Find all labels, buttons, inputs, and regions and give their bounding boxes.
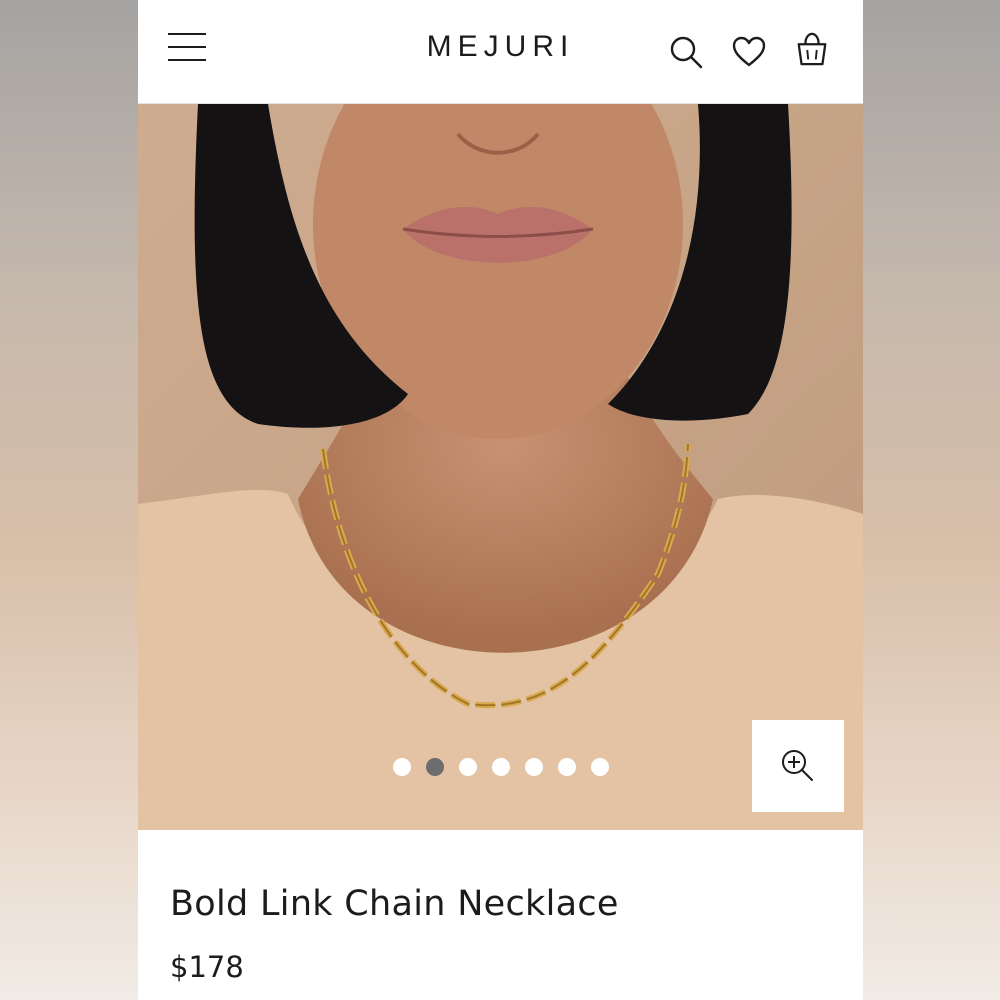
gallery-dot[interactable]: [558, 758, 576, 776]
product-image-gallery[interactable]: [138, 104, 863, 830]
gallery-dot[interactable]: [393, 758, 411, 776]
gallery-dot[interactable]: [591, 758, 609, 776]
gallery-dot[interactable]: [525, 758, 543, 776]
gallery-dot[interactable]: [492, 758, 510, 776]
phone-screen: MEJURI Bold Link Chain Necklace $178: [138, 0, 863, 1000]
product-title: Bold Link Chain Necklace: [170, 884, 619, 924]
product-price: $178: [170, 950, 244, 984]
top-navigation-bar: MEJURI: [138, 0, 863, 104]
left-blur-border: [0, 0, 138, 1000]
gallery-pagination: [393, 758, 609, 776]
heart-icon[interactable]: [731, 34, 767, 70]
zoom-button[interactable]: [752, 720, 844, 812]
bag-icon[interactable]: [794, 31, 830, 67]
gallery-dot[interactable]: [459, 758, 477, 776]
zoom-in-icon: [782, 750, 813, 781]
gallery-dot-active[interactable]: [426, 758, 444, 776]
right-blur-border: [863, 0, 1000, 1000]
search-icon[interactable]: [668, 34, 704, 70]
